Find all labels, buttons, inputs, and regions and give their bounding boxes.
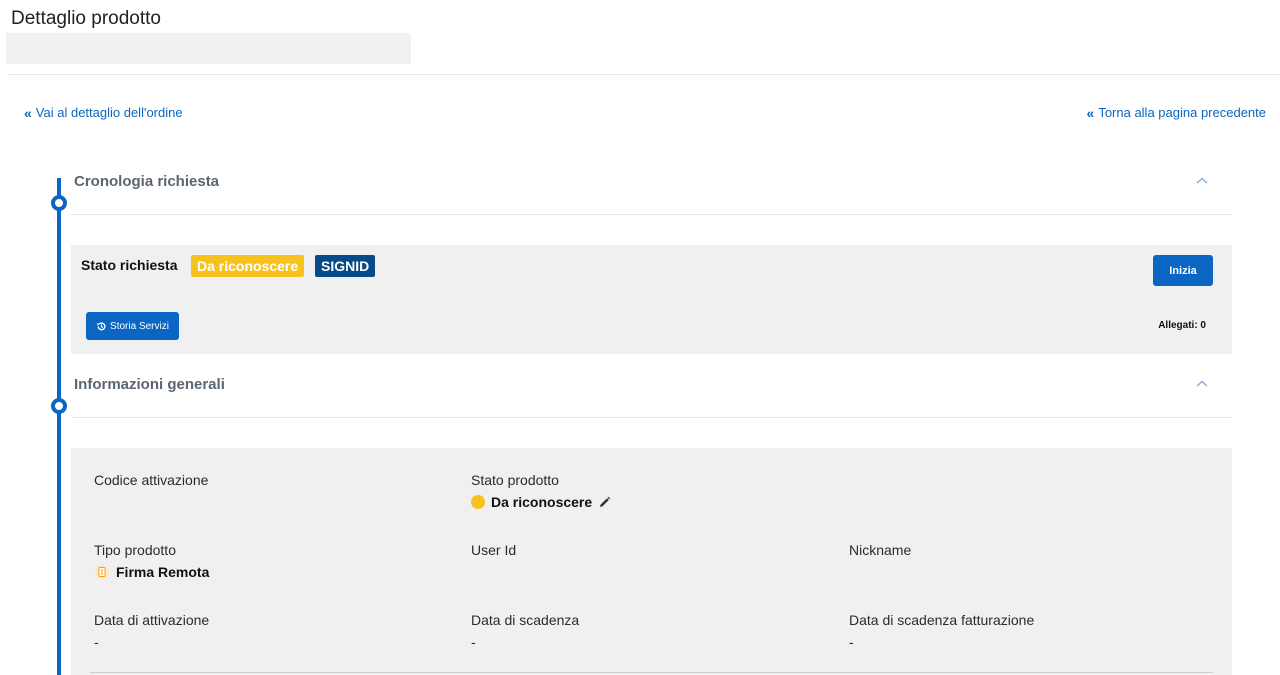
timeline-line	[57, 178, 61, 675]
timeline-dot	[51, 398, 67, 414]
history-icon	[97, 321, 106, 330]
double-chevron-left-icon: «	[24, 104, 32, 121]
page: Dettaglio prodotto « Vai al dettaglio de…	[0, 0, 1280, 675]
request-status-panel: Stato richiesta Da riconoscere SIGNID In…	[71, 245, 1232, 354]
general-info-panel: Codice attivazione Stato prodotto Da ric…	[71, 448, 1232, 675]
nickname-label: Nickname	[849, 542, 912, 558]
double-chevron-left-icon: «	[1086, 104, 1095, 121]
expiry-date-label: Data di scadenza	[471, 612, 580, 628]
timeline-dot	[51, 195, 67, 211]
product-type-label: Tipo prodotto	[94, 542, 176, 558]
activation-code-label: Codice attivazione	[94, 472, 209, 488]
divider	[90, 672, 1213, 673]
history-button[interactable]: Storia Servizi	[86, 312, 179, 340]
user-id-label: User Id	[471, 542, 517, 558]
status-dot-icon	[471, 495, 485, 509]
expiry-date-value: -	[471, 634, 476, 650]
page-title: Dettaglio prodotto	[11, 8, 161, 29]
order-detail-link-label: Vai al dettaglio dell'ordine	[35, 105, 183, 120]
type-badge: SIGNID	[315, 255, 376, 277]
product-status-label: Stato prodotto	[471, 472, 559, 488]
request-status-label: Stato richiesta	[81, 257, 178, 273]
product-type-text: Firma Remota	[116, 564, 210, 580]
product-status-text: Da riconoscere	[491, 494, 593, 510]
start-button[interactable]: Inizia	[1153, 255, 1213, 286]
order-detail-link[interactable]: « Vai al dettaglio dell'ordine	[24, 105, 183, 120]
product-status-value: Da riconoscere	[471, 494, 611, 510]
chevron-up-icon[interactable]	[1194, 376, 1210, 392]
attachments-count: Allegati: 0	[1158, 320, 1206, 331]
header-divider	[8, 74, 1280, 75]
section-header-general[interactable]: Informazioni generali	[71, 374, 1232, 418]
section-title-history: Cronologia richiesta	[74, 173, 220, 190]
product-type-value: Firma Remota	[94, 564, 209, 580]
title-subbar	[6, 33, 411, 64]
billing-expiry-date-value: -	[849, 634, 854, 650]
pencil-icon[interactable]	[598, 496, 611, 509]
history-button-label: Storia Servizi	[110, 320, 169, 332]
billing-expiry-date-label: Data di scadenza fatturazione	[849, 612, 1035, 628]
status-badge: Da riconoscere	[191, 255, 305, 277]
chevron-up-icon[interactable]	[1194, 173, 1210, 189]
section-header-history[interactable]: Cronologia richiesta	[71, 171, 1232, 215]
back-link[interactable]: « Torna alla pagina precedente	[1087, 105, 1266, 120]
section-title-general: Informazioni generali	[74, 376, 225, 393]
remote-signature-icon	[95, 565, 109, 579]
back-link-label: Torna alla pagina precedente	[1098, 105, 1266, 120]
activation-date-value: -	[94, 634, 99, 650]
activation-date-label: Data di attivazione	[94, 612, 210, 628]
